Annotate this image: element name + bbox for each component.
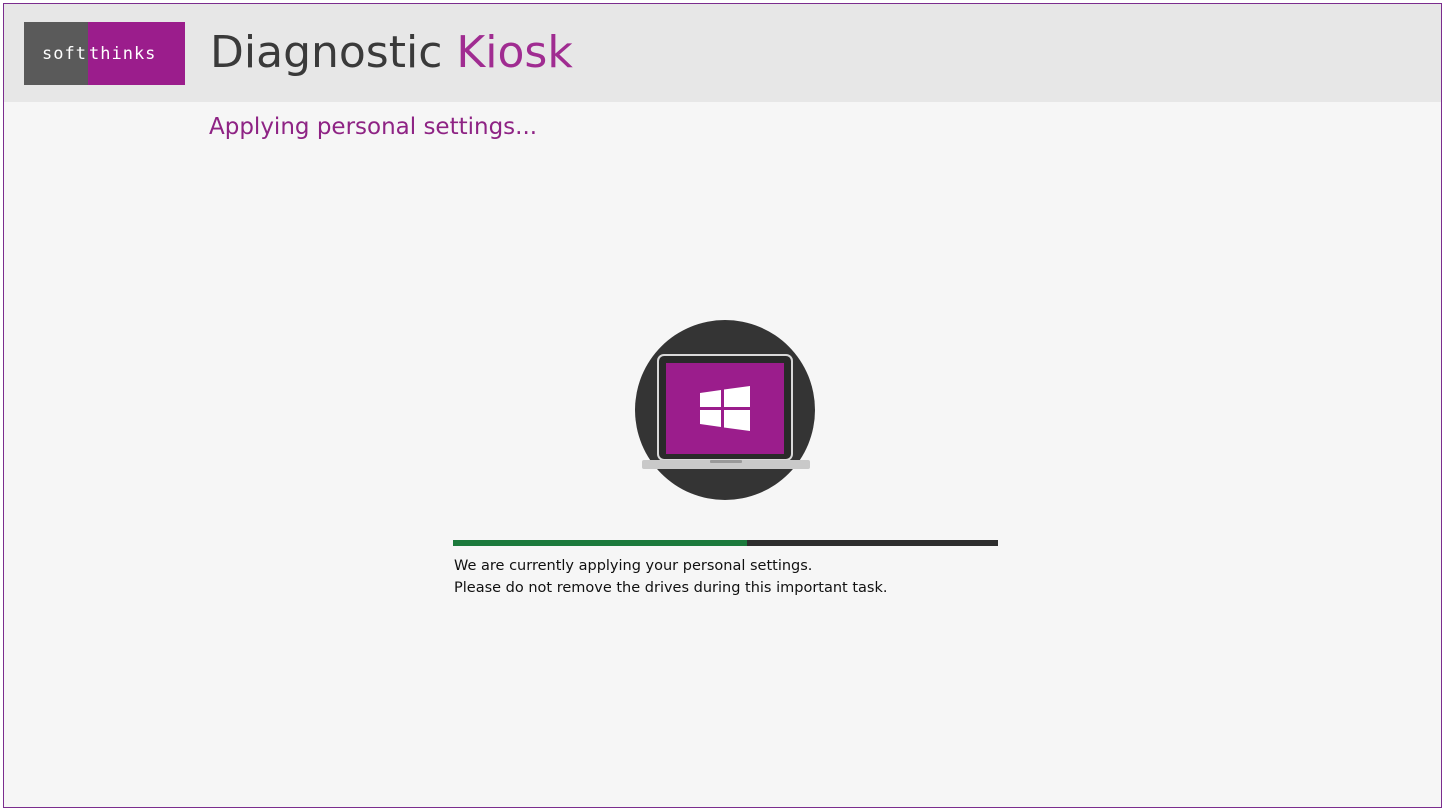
app-title-accent: Kiosk [456, 27, 573, 78]
progress-bar-fill [453, 540, 748, 546]
softthinks-logo: soft thinks [24, 22, 185, 85]
laptop-windows-icon [634, 319, 816, 501]
status-message: We are currently applying your personal … [454, 555, 887, 599]
header-bar: soft thinks Diagnostic Kiosk [4, 4, 1441, 102]
status-message-line-2: Please do not remove the drives during t… [454, 580, 888, 596]
kiosk-window: soft thinks Diagnostic Kiosk Applying pe… [3, 3, 1442, 808]
logo-right-part: thinks [88, 22, 185, 85]
logo-left-part: soft [24, 22, 88, 85]
app-title-main: Diagnostic [210, 27, 443, 78]
progress-bar [453, 540, 998, 546]
status-message-line-1: We are currently applying your personal … [454, 558, 813, 574]
app-title: Diagnostic Kiosk [210, 27, 573, 79]
status-title: Applying personal settings... [209, 114, 538, 140]
